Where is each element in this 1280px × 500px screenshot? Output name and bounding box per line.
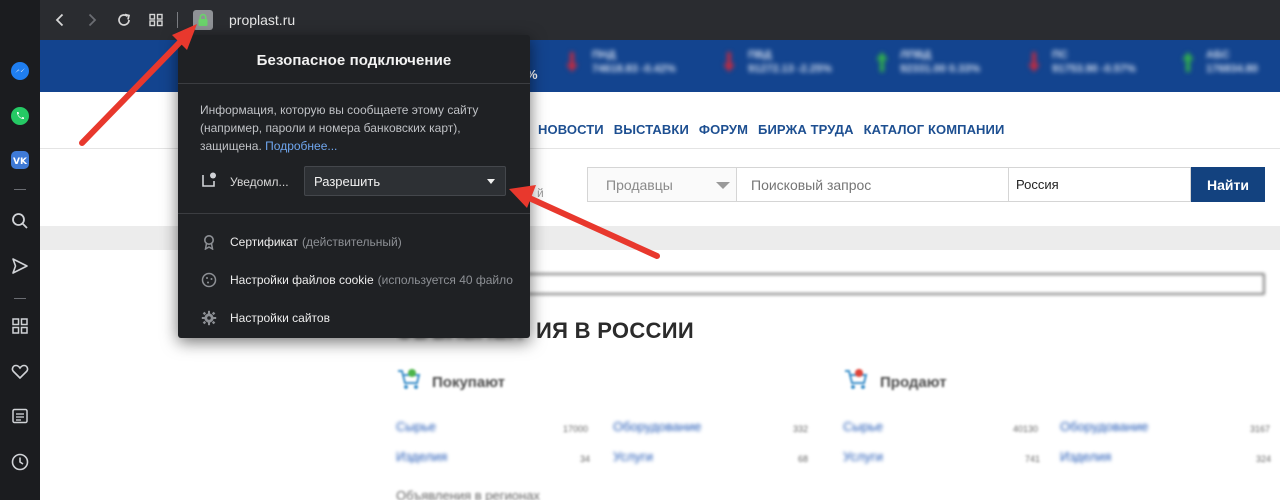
apps-grid-icon[interactable] — [8, 314, 32, 338]
messenger-icon[interactable] — [8, 59, 32, 83]
category-count: 68 — [798, 454, 809, 464]
buyers-column-title: Покупают — [432, 374, 505, 391]
reload-icon — [118, 13, 131, 26]
caret-down-icon — [487, 179, 495, 184]
nav-company-catalog[interactable]: КАТАЛОГ КОМПАНИИ — [864, 122, 1005, 137]
ticker-item: АБС 176834.80 — [1206, 49, 1258, 75]
down-arrow-icon — [1028, 52, 1040, 72]
certificate-ribbon-icon — [200, 233, 218, 251]
certificate-row[interactable]: Сертификат (действительный) — [200, 232, 402, 252]
ghost-text: й — [537, 186, 544, 200]
category-link[interactable]: Оборудование — [1060, 419, 1148, 434]
cookies-status: (используется 40 файло — [377, 273, 513, 287]
forward-button[interactable] — [80, 8, 104, 32]
whatsapp-icon[interactable] — [8, 104, 32, 128]
sellers-column-title: Продают — [880, 374, 947, 391]
popup-info-text: Информация, которую вы сообщаете этому с… — [200, 103, 479, 153]
category-count: 3167 — [1250, 424, 1271, 434]
reload-button[interactable] — [112, 8, 136, 32]
browser-window: VK proplast.ru ПНД 74618.83 -0.42% ПВД 9… — [0, 0, 1280, 500]
search-query-input[interactable] — [737, 167, 1009, 202]
vk-icon[interactable]: VK — [8, 148, 32, 172]
category-link[interactable]: Сырье — [843, 419, 883, 434]
category-count: 324 — [1256, 454, 1272, 464]
down-arrow-icon — [723, 52, 735, 72]
chevron-left-icon — [55, 13, 64, 27]
site-security-popup: Безопасное подключение Информация, котор… — [178, 35, 530, 338]
certificate-label: Сертификат — [230, 235, 298, 249]
site-settings-row[interactable]: Настройки сайтов — [200, 308, 330, 328]
blurred-footer-text: Объявления в регионах — [396, 488, 540, 500]
learn-more-link[interactable]: Подробнее... — [265, 139, 337, 153]
search-icon[interactable] — [8, 209, 32, 233]
page-heading: ИЯ В РОССИИ — [536, 318, 694, 343]
cookies-label: Настройки файлов cookie — [230, 273, 374, 287]
ticker-item: ПНД 74618.83 -0.42% — [592, 49, 676, 75]
toolbar-divider — [177, 12, 178, 28]
nav-exhibitions[interactable]: ВЫСТАВКИ — [614, 122, 689, 137]
svg-text:VK: VK — [13, 157, 28, 167]
site-settings-label: Настройки сайтов — [230, 311, 330, 325]
news-feed-icon[interactable] — [8, 404, 32, 428]
back-button[interactable] — [48, 8, 72, 32]
popup-title: Безопасное подключение — [256, 52, 452, 69]
up-arrow-icon — [1182, 52, 1194, 72]
caret-down-icon — [716, 182, 730, 189]
notifications-permission-value: Разрешить — [314, 174, 381, 189]
sidebar-separator — [14, 298, 26, 299]
search-category-value: Продавцы — [606, 177, 673, 193]
category-count: 40130 — [1013, 424, 1039, 434]
up-arrow-icon — [876, 52, 888, 72]
tab-tiles-button[interactable] — [144, 8, 168, 32]
cookie-icon — [200, 271, 218, 289]
nav-news[interactable]: НОВОСТИ — [538, 122, 604, 137]
category-link[interactable]: Изделия — [396, 449, 447, 464]
tiles-grid-icon — [149, 13, 163, 27]
history-clock-icon[interactable] — [8, 450, 32, 474]
category-link[interactable]: Услуги — [843, 449, 883, 464]
category-link[interactable]: Услуги — [613, 449, 653, 464]
search-region-input[interactable] — [1009, 167, 1191, 202]
category-count: 332 — [793, 424, 809, 434]
heart-icon[interactable] — [8, 359, 32, 383]
cookies-row[interactable]: Настройки файлов cookie (используется 40… — [200, 270, 530, 290]
nav-job-exchange[interactable]: БИРЖА ТРУДА — [758, 122, 854, 137]
category-link[interactable]: Сырье — [396, 419, 436, 434]
category-count: 17000 — [563, 424, 589, 434]
notifications-label: Уведомл... — [230, 175, 289, 189]
search-submit-button[interactable]: Найти — [1191, 167, 1265, 202]
notifications-permission-select[interactable]: Разрешить — [304, 166, 506, 196]
search-category-select[interactable]: Продавцы — [587, 167, 737, 202]
main-nav: НОВОСТИ ВЫСТАВКИ ФОРУМ БИРЖА ТРУДА КАТАЛ… — [538, 122, 1004, 137]
lock-icon — [198, 13, 208, 26]
notification-bell-icon — [202, 172, 216, 187]
browser-toolbar: proplast.ru — [40, 0, 1280, 40]
certificate-status: (действительный) — [301, 235, 402, 249]
down-arrow-icon — [566, 52, 578, 72]
ticker-item: ПС 91753.90 -0.57% — [1052, 49, 1136, 75]
category-count: 741 — [1025, 454, 1041, 464]
ticker-item: ЛПВД 92331.00 0.33% — [900, 49, 981, 75]
site-security-button[interactable] — [193, 10, 213, 30]
search-bar: Продавцы Найти — [587, 167, 1265, 202]
gear-icon — [200, 309, 218, 327]
sidebar-separator — [14, 189, 26, 190]
nav-forum[interactable]: ФОРУМ — [699, 122, 748, 137]
blurred-input-field[interactable] — [500, 273, 1265, 295]
category-link[interactable]: Изделия — [1060, 449, 1111, 464]
cart-icon — [845, 369, 868, 389]
chevron-right-icon — [88, 13, 97, 27]
category-count: 34 — [580, 454, 591, 464]
cart-icon — [398, 369, 421, 389]
ticker-item: ПВД 91272.13 -2.25% — [748, 49, 832, 75]
address-bar-url[interactable]: proplast.ru — [229, 12, 295, 28]
browser-sidebar: VK — [0, 0, 40, 500]
send-icon[interactable] — [8, 254, 32, 278]
popup-divider — [178, 213, 530, 214]
popup-divider — [178, 83, 530, 84]
category-link[interactable]: Оборудование — [613, 419, 701, 434]
